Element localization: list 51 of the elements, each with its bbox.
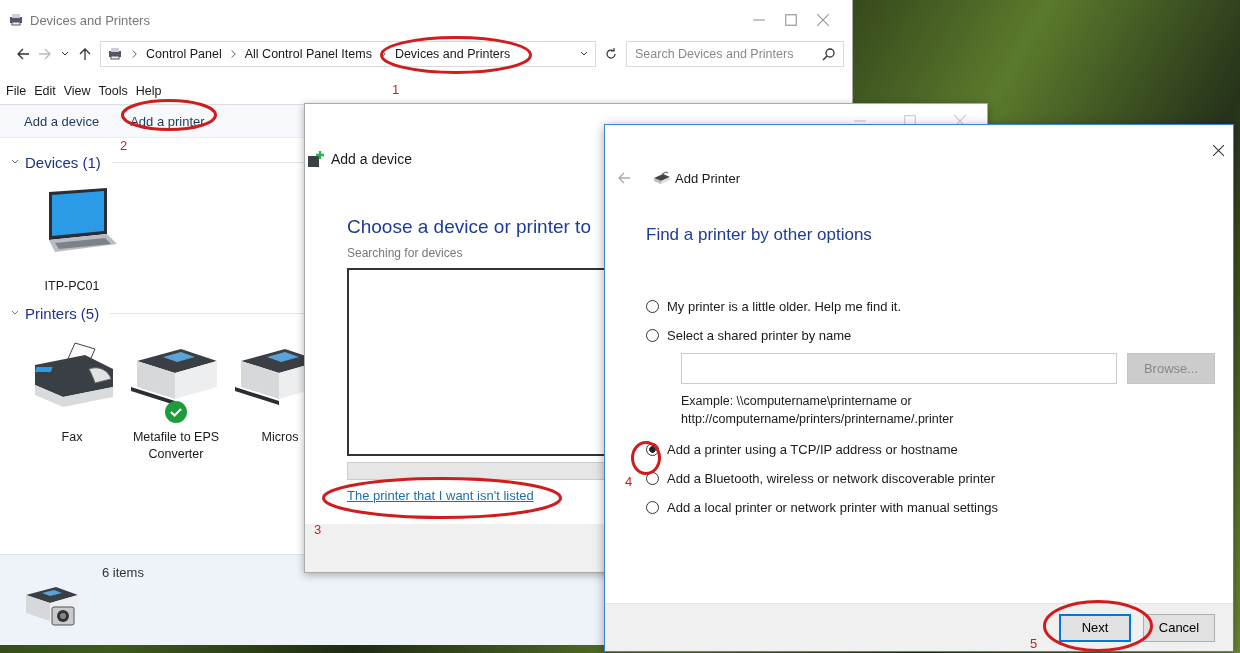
group-header[interactable]: Devices (1)	[25, 153, 101, 171]
search-icon	[822, 47, 836, 61]
breadcrumb-item[interactable]: All Control Panel Items	[244, 47, 372, 61]
option-label[interactable]: Add a Bluetooth, wireless or network discoverable printer	[667, 471, 996, 486]
dialog-heading: Find a printer by other options	[646, 225, 872, 245]
annotation-number: 1	[392, 82, 400, 97]
menu-item[interactable]: Edit	[34, 84, 56, 98]
chevron-right-icon	[131, 49, 138, 59]
chevron-right-icon	[229, 49, 237, 59]
annotation-number: 4	[625, 474, 633, 489]
group-header[interactable]: Printers (5)	[25, 304, 100, 322]
radio-button[interactable]	[646, 329, 659, 342]
dialog-button[interactable]: Cancel	[1143, 613, 1215, 642]
close-icon[interactable]	[1212, 144, 1225, 157]
device-add-icon	[307, 150, 325, 168]
option-label[interactable]: Select a shared printer by name	[667, 328, 852, 343]
radio-button[interactable]	[646, 300, 659, 313]
refresh-icon[interactable]	[604, 47, 618, 61]
status-text: Searching for devices	[347, 246, 463, 260]
annotation-number: 3	[314, 522, 322, 537]
option-label[interactable]: Add a printer using a TCP/IP address or hostname	[667, 442, 958, 457]
option-label[interactable]: Add a local printer or network printer with manual settings	[667, 500, 998, 515]
annotation-ellipse	[631, 441, 661, 475]
radio-button[interactable]	[646, 501, 659, 514]
breadcrumb-item[interactable]: Control Panel	[146, 47, 222, 61]
up-arrow-icon[interactable]	[78, 47, 92, 61]
example-text: Example: \\computername\printername or http://computername/printers/printername/.printer	[681, 393, 955, 428]
printer-icon	[8, 12, 24, 28]
annotation-number: 5	[1030, 636, 1038, 651]
search-field[interactable]: Search Devices and Printers	[626, 41, 844, 67]
device-label[interactable]: ITP-PC01	[22, 278, 122, 295]
status-text: 6 items	[102, 565, 144, 580]
address-bar[interactable]: Control Panel All Control Panel Items Devices and Printers	[100, 41, 596, 67]
menu-item[interactable]: Help	[135, 84, 162, 98]
dialog-title: Add a device	[331, 151, 412, 167]
dialog-heading: Choose a device or printer to	[347, 216, 591, 238]
annotation-number: 2	[120, 138, 128, 153]
dialog-title: Add Printer	[675, 170, 741, 186]
menu-item[interactable]: View	[63, 84, 91, 98]
printer-icon	[107, 46, 123, 62]
back-arrow-icon[interactable]	[16, 47, 30, 61]
device-label[interactable]: Fax	[22, 429, 122, 446]
option-label[interactable]: My printer is a little older. Help me find it.	[667, 299, 902, 314]
dialog-button[interactable]: Next	[1059, 613, 1131, 642]
printer-icon	[653, 169, 671, 187]
menu-item[interactable]: File	[6, 84, 27, 98]
device-label[interactable]: Metafile to EPS Converter	[126, 429, 226, 463]
menu-item[interactable]: Tools	[98, 84, 128, 98]
window-title: Devices and Printers	[30, 12, 150, 28]
command-button[interactable]: Add a device	[24, 113, 100, 129]
printer-name-field[interactable]	[681, 353, 1117, 384]
